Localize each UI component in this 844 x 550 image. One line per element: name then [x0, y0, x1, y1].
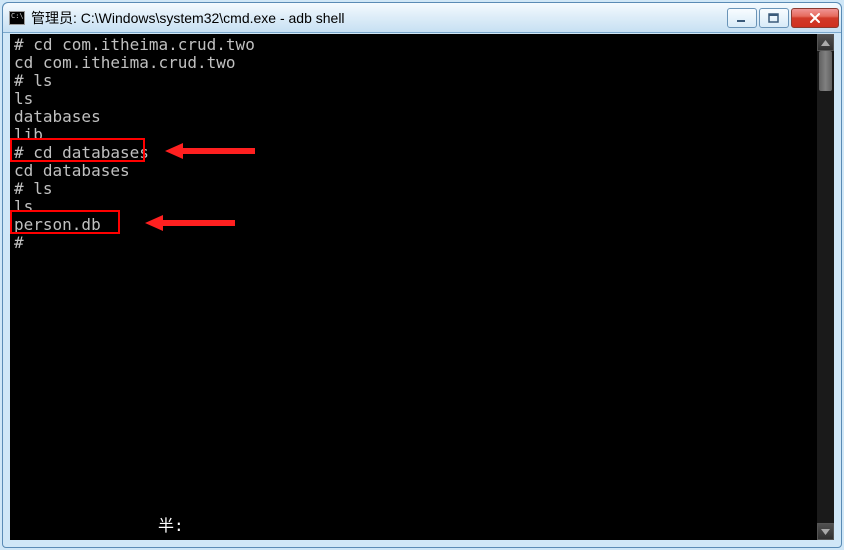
client-area: # cd com.itheima.crud.two cd com.itheima…: [10, 34, 834, 540]
terminal-line: databases: [14, 108, 813, 126]
terminal-line: # cd databases: [14, 144, 813, 162]
cmd-icon: [9, 11, 25, 25]
terminal-line: # ls: [14, 72, 813, 90]
scroll-up-button[interactable]: [817, 34, 834, 51]
scroll-thumb[interactable]: [819, 51, 832, 91]
terminal-line: ls: [14, 198, 813, 216]
terminal-line: # ls: [14, 180, 813, 198]
cmd-window: 管理员: C:\Windows\system32\cmd.exe - adb s…: [2, 2, 842, 548]
terminal-line: cd com.itheima.crud.two: [14, 54, 813, 72]
window-controls: [727, 8, 839, 28]
window-title: 管理员: C:\Windows\system32\cmd.exe - adb s…: [31, 8, 727, 28]
minimize-button[interactable]: [727, 8, 757, 28]
scroll-down-button[interactable]: [817, 523, 834, 540]
maximize-button[interactable]: [759, 8, 789, 28]
ime-status: 半:: [158, 517, 184, 535]
terminal-line: lib: [14, 126, 813, 144]
terminal-line: person.db: [14, 216, 813, 234]
titlebar[interactable]: 管理员: C:\Windows\system32\cmd.exe - adb s…: [3, 3, 841, 33]
close-button[interactable]: [791, 8, 839, 28]
terminal-line: ls: [14, 90, 813, 108]
vertical-scrollbar[interactable]: [817, 34, 834, 540]
scroll-track[interactable]: [817, 51, 834, 523]
terminal-line: #: [14, 234, 813, 252]
terminal-line: # cd com.itheima.crud.two: [14, 36, 813, 54]
terminal-line: cd databases: [14, 162, 813, 180]
terminal[interactable]: # cd com.itheima.crud.two cd com.itheima…: [10, 34, 817, 540]
